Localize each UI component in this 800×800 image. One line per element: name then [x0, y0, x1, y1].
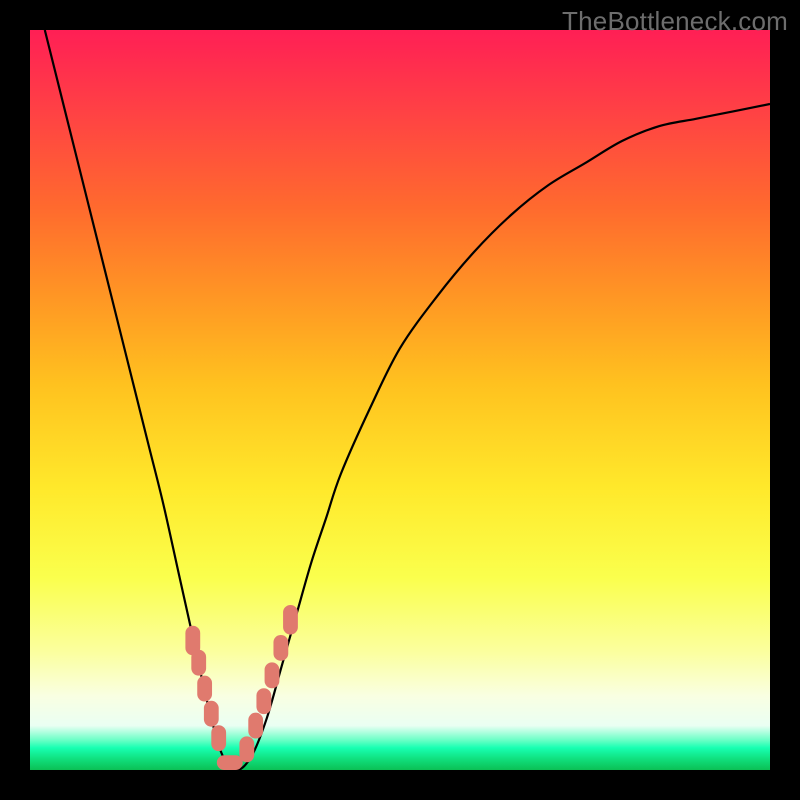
curve-marker	[239, 736, 254, 762]
watermark-text: TheBottleneck.com	[562, 6, 788, 37]
curve-marker	[191, 650, 206, 676]
plot-area	[30, 30, 770, 770]
curve-marker	[273, 635, 288, 661]
curve-marker	[248, 713, 263, 739]
chart-frame: TheBottleneck.com	[0, 0, 800, 800]
curve-marker	[204, 701, 219, 727]
curve-markers	[185, 605, 297, 770]
bottleneck-curve	[45, 30, 770, 770]
curve-marker	[256, 688, 271, 714]
curve-marker	[217, 755, 243, 770]
chart-svg	[30, 30, 770, 770]
curve-marker	[283, 605, 298, 635]
curve-marker	[197, 676, 212, 702]
curve-marker	[211, 725, 226, 751]
curve-marker	[265, 662, 280, 688]
